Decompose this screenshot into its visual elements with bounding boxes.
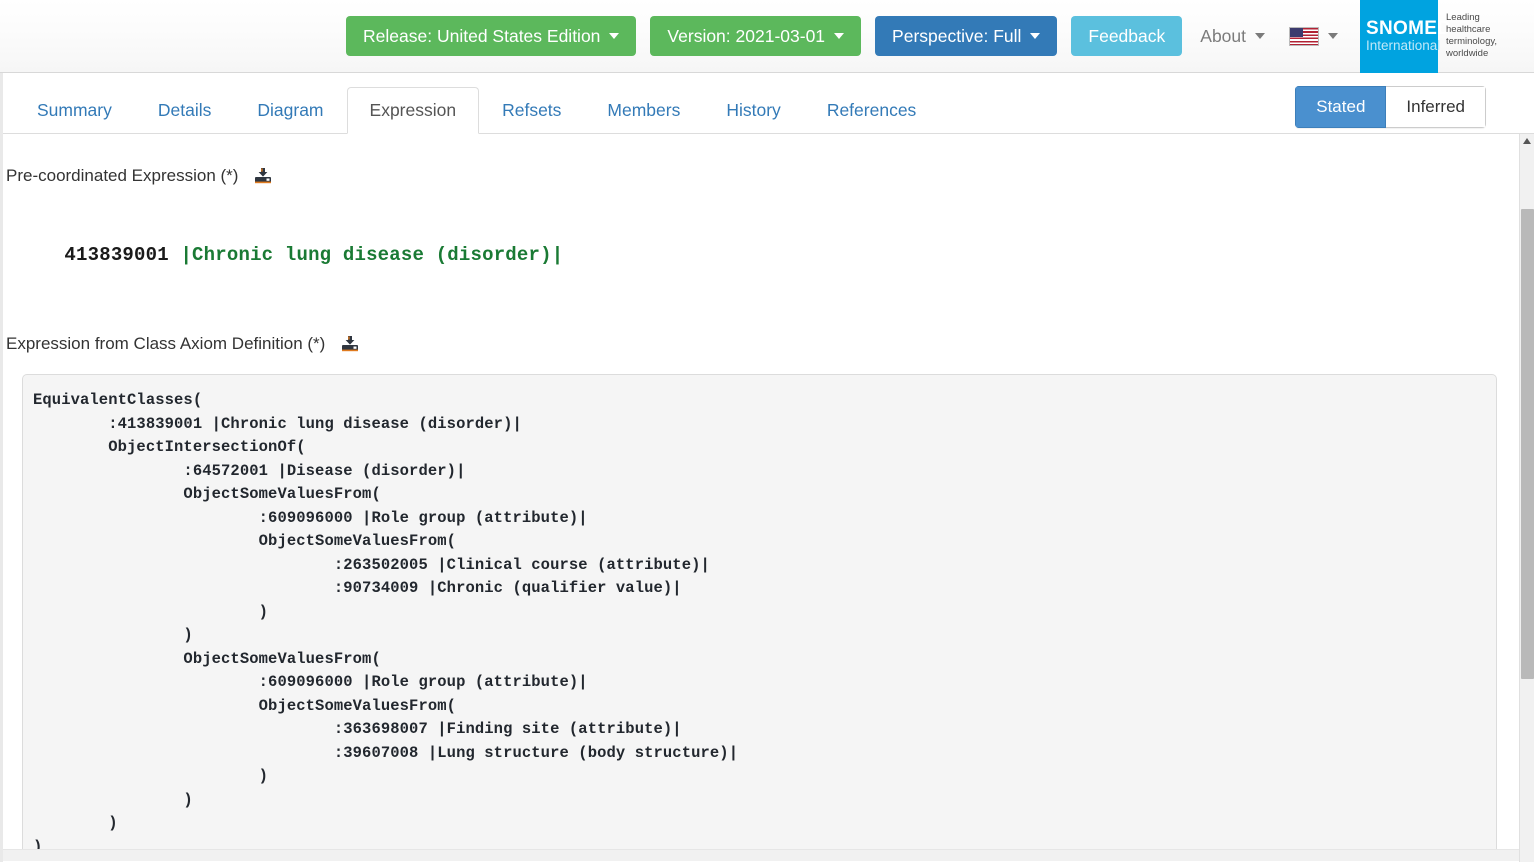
concept-term: |Chronic lung disease (disorder)| bbox=[180, 244, 563, 266]
expression-panel: Pre-coordinated Expression (*) 413839001… bbox=[0, 134, 1519, 861]
page-left-edge bbox=[0, 73, 3, 862]
perspective-selector-label: Perspective: Full bbox=[892, 26, 1021, 46]
toggle-inferred[interactable]: Inferred bbox=[1386, 86, 1486, 128]
vertical-scrollbar[interactable] bbox=[1519, 134, 1534, 862]
language-selector[interactable] bbox=[1289, 27, 1338, 46]
version-selector-button[interactable]: Version: 2021-03-01 bbox=[650, 16, 861, 56]
precoordinated-expression-section-header: Pre-coordinated Expression (*) bbox=[0, 134, 1519, 186]
chevron-down-icon bbox=[1328, 33, 1338, 39]
horizontal-scrollbar[interactable] bbox=[0, 849, 1519, 861]
class-axiom-title: Expression from Class Axiom Definition (… bbox=[6, 334, 325, 354]
vertical-scrollbar-thumb[interactable] bbox=[1521, 209, 1534, 679]
top-header-bar: Release: United States Edition Version: … bbox=[0, 0, 1534, 73]
stated-inferred-toggle: Stated Inferred bbox=[1295, 86, 1486, 128]
class-axiom-code-block: EquivalentClasses( :413839001 |Chronic l… bbox=[22, 374, 1497, 861]
chevron-down-icon bbox=[1030, 33, 1040, 39]
scroll-up-arrow-icon[interactable] bbox=[1523, 138, 1531, 144]
tab-summary[interactable]: Summary bbox=[14, 87, 135, 134]
tab-diagram[interactable]: Diagram bbox=[234, 87, 346, 134]
class-axiom-section-header: Expression from Class Axiom Definition (… bbox=[0, 288, 1519, 354]
chevron-down-icon bbox=[1255, 33, 1265, 39]
precoordinated-expression-title: Pre-coordinated Expression (*) bbox=[6, 166, 238, 186]
perspective-selector-button[interactable]: Perspective: Full bbox=[875, 16, 1057, 56]
tab-references[interactable]: References bbox=[804, 87, 940, 134]
tab-bar: Summary Details Diagram Expression Refse… bbox=[0, 73, 1534, 134]
class-axiom-code: EquivalentClasses( :413839001 |Chronic l… bbox=[33, 389, 1480, 859]
snomed-logo-line2: International bbox=[1366, 39, 1440, 54]
release-selector-button[interactable]: Release: United States Edition bbox=[346, 16, 636, 56]
tab-details[interactable]: Details bbox=[135, 87, 235, 134]
save-icon[interactable] bbox=[254, 167, 272, 185]
tab-expression[interactable]: Expression bbox=[347, 87, 480, 134]
snomed-logo: SNOMED International Leading healthcare … bbox=[1360, 0, 1534, 73]
about-menu-label: About bbox=[1200, 26, 1246, 47]
feedback-label: Feedback bbox=[1088, 26, 1165, 46]
toggle-stated[interactable]: Stated bbox=[1295, 86, 1386, 128]
chevron-down-icon bbox=[834, 33, 844, 39]
tab-history[interactable]: History bbox=[703, 87, 803, 134]
snomed-logo-mark: SNOMED International bbox=[1360, 0, 1438, 73]
tab-members[interactable]: Members bbox=[584, 87, 703, 134]
chevron-down-icon bbox=[609, 33, 619, 39]
release-selector-label: Release: United States Edition bbox=[363, 26, 600, 46]
concept-id: 413839001 bbox=[64, 244, 168, 266]
tab-refsets[interactable]: Refsets bbox=[479, 87, 584, 134]
save-icon[interactable] bbox=[341, 335, 359, 353]
precoordinated-expression-value: 413839001 |Chronic lung disease (disorde… bbox=[0, 186, 1519, 288]
version-selector-label: Version: 2021-03-01 bbox=[667, 26, 825, 46]
feedback-button[interactable]: Feedback bbox=[1071, 16, 1182, 56]
snomed-logo-tagline: Leading healthcare terminology, worldwid… bbox=[1438, 12, 1534, 60]
us-flag-icon bbox=[1289, 27, 1319, 46]
about-menu[interactable]: About bbox=[1196, 26, 1269, 47]
header-controls: Release: United States Edition Version: … bbox=[346, 0, 1534, 72]
tab-list: Summary Details Diagram Expression Refse… bbox=[0, 73, 939, 133]
